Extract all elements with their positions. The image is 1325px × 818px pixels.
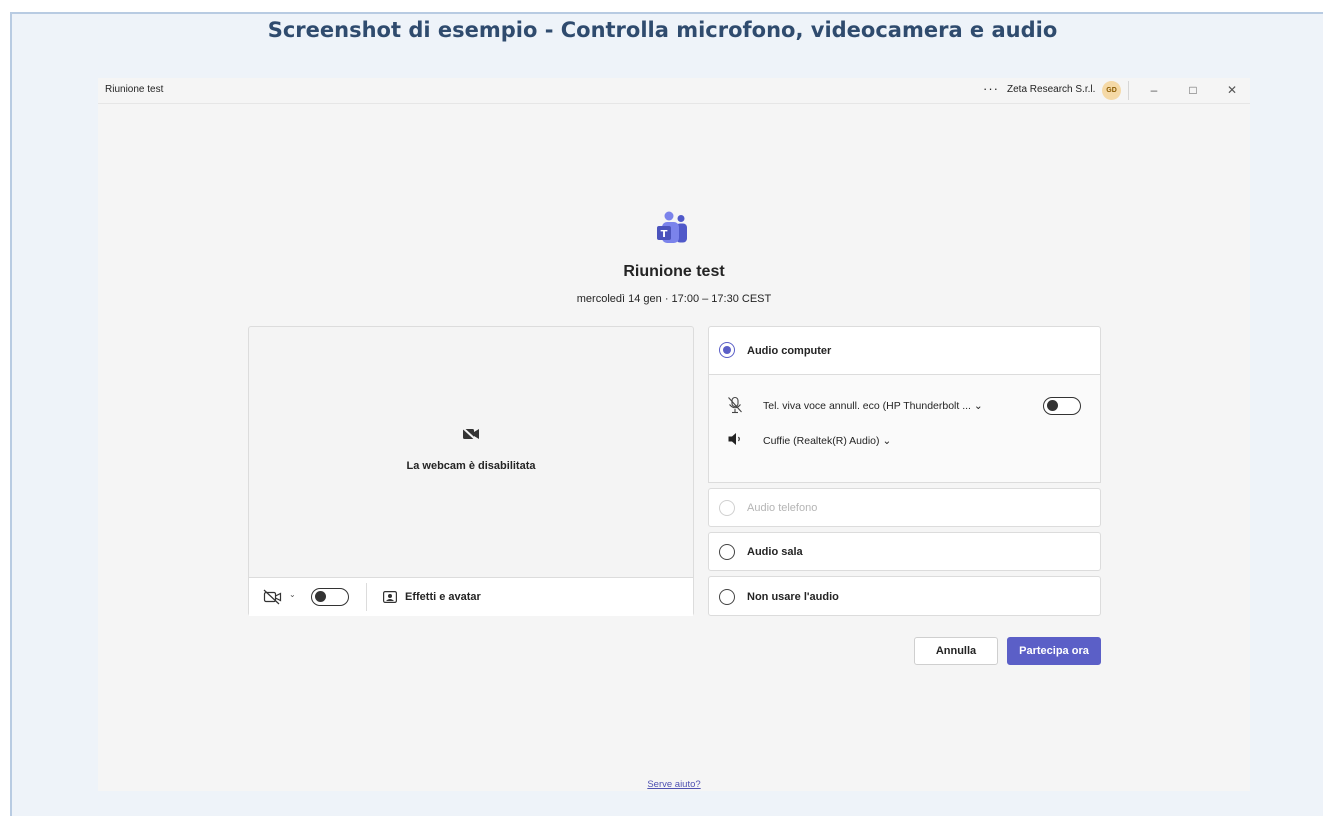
effects-avatar-button[interactable]: Effetti e avatar (405, 591, 481, 603)
cancel-button[interactable]: Annulla (914, 637, 998, 665)
radio-selected[interactable] (719, 342, 735, 358)
audio-option-room[interactable]: Audio sala (708, 532, 1101, 571)
radio-disabled (719, 500, 735, 516)
audio-option-label: Audio computer (747, 345, 832, 357)
webcam-disabled-text: La webcam è disabilitata (406, 460, 536, 472)
title-bar-divider (1128, 81, 1129, 100)
microphone-row: Tel. viva voce annull. eco (HP Thunderbo… (709, 395, 1102, 417)
video-preview: La webcam è disabilitata ⌄ Effetti e ava… (248, 326, 694, 616)
audio-option-phone: Audio telefono (708, 488, 1101, 527)
meeting-title: Riunione test (623, 263, 725, 280)
audio-device-panel: Tel. viva voce annull. eco (HP Thunderbo… (708, 375, 1101, 483)
audio-option-label: Audio sala (747, 546, 803, 558)
svg-text:T: T (661, 229, 668, 240)
document-title: Screenshot di esempio - Controlla microf… (267, 18, 1058, 42)
teams-prejoin-window: Riunione test ··· Zeta Research S.r.l. G… (98, 78, 1250, 791)
teams-logo: T (655, 211, 691, 245)
title-bar: Riunione test ··· Zeta Research S.r.l. G… (98, 78, 1250, 104)
microphone-muted-icon[interactable] (727, 396, 743, 417)
join-now-button[interactable]: Partecipa ora (1007, 637, 1101, 665)
camera-toggle[interactable] (311, 588, 349, 606)
more-options-button[interactable]: ··· (983, 81, 999, 96)
speaker-select[interactable]: Cuffie (Realtek(R) Audio) ⌄ (763, 435, 891, 447)
help-footer: Serve aiuto? (98, 779, 1250, 790)
minimize-button[interactable]: – (1141, 79, 1167, 101)
toggle-knob (1047, 400, 1058, 411)
meeting-time: mercoledì 14 gen · 17:00 – 17:30 CEST (576, 293, 772, 305)
radio-unselected[interactable] (719, 544, 735, 560)
video-toolbar: ⌄ Effetti e avatar (249, 577, 693, 616)
speaker-icon (727, 431, 743, 450)
camera-options-chevron-icon[interactable]: ⌄ (289, 590, 296, 599)
speaker-row: Cuffie (Realtek(R) Audio) ⌄ (709, 430, 1102, 452)
effects-icon (383, 590, 398, 608)
audio-option-computer[interactable]: Audio computer (708, 326, 1101, 375)
avatar[interactable]: GD (1102, 81, 1121, 100)
close-button[interactable]: ✕ (1219, 79, 1245, 101)
audio-option-none[interactable]: Non usare l'audio (708, 576, 1101, 616)
audio-option-label: Non usare l'audio (747, 591, 839, 603)
microphone-select[interactable]: Tel. viva voce annull. eco (HP Thunderbo… (763, 400, 983, 412)
radio-unselected[interactable] (719, 589, 735, 605)
camera-off-icon (249, 427, 693, 446)
window-title: Riunione test (105, 84, 164, 95)
help-link[interactable]: Serve aiuto? (647, 779, 700, 790)
toggle-knob (315, 591, 326, 602)
organization-name[interactable]: Zeta Research S.r.l. (1007, 84, 1095, 95)
maximize-button[interactable]: □ (1180, 79, 1206, 101)
microphone-toggle[interactable] (1043, 397, 1081, 415)
camera-off-icon[interactable] (263, 589, 283, 610)
audio-option-label: Audio telefono (747, 502, 818, 514)
toolbar-divider (366, 583, 367, 611)
